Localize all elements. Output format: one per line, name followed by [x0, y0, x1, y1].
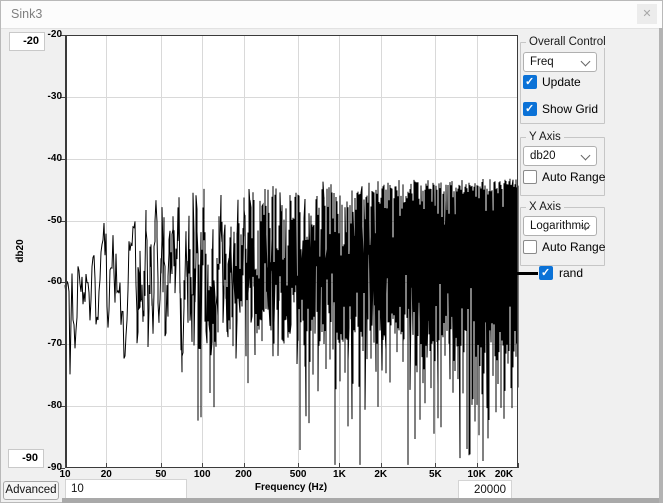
x-auto-range-checkbox[interactable] [523, 240, 537, 254]
legend-line-sample [505, 272, 538, 275]
overall-control-dropdown-value: Freq [530, 53, 554, 71]
y-min-field[interactable]: -90 [8, 449, 44, 468]
legend-rand-label: rand [559, 266, 583, 280]
y-axis-group-label: Y Axis [526, 131, 564, 143]
x-tick-label: 1K [321, 469, 357, 480]
x-tick-label: 500 [280, 469, 316, 480]
y-tick-label: -60 [28, 276, 62, 287]
y-auto-range-checkbox[interactable] [523, 170, 537, 184]
update-checkbox-label: Update [542, 75, 581, 89]
overall-control-group-label: Overall Control [526, 36, 609, 48]
y-tick-label: -80 [28, 400, 62, 411]
sink-window: Sink3 ✕ -20-30-40-50-60-70-80-9010205010… [0, 0, 663, 503]
x-axis-dropdown[interactable]: Logarithmic [523, 216, 597, 236]
chevron-down-icon [581, 151, 591, 161]
x-axis-group-label: X Axis [526, 201, 564, 213]
y-tick-label: -70 [28, 338, 62, 349]
y-tick-label: -40 [28, 153, 62, 164]
show-grid-checkbox[interactable] [523, 102, 537, 116]
chevron-down-icon [581, 57, 591, 67]
y-tick-label: -30 [28, 91, 62, 102]
advanced-button[interactable]: Advanced [3, 481, 59, 500]
update-checkbox[interactable] [523, 75, 537, 89]
x-tick-label: 5K [417, 469, 453, 480]
y-auto-range-checkbox-label: Auto Range [542, 170, 605, 184]
x-min-input[interactable] [65, 479, 187, 499]
legend-rand-checkbox[interactable] [539, 266, 553, 280]
x-tick-label: 2K [363, 469, 399, 480]
x-tick-label: 100 [184, 469, 220, 480]
y-max-field[interactable]: -20 [9, 32, 45, 51]
y-axis-dropdown[interactable]: db20 [523, 146, 597, 166]
y-axis-dropdown-value: db20 [530, 147, 556, 165]
overall-control-dropdown[interactable]: Freq [523, 52, 597, 72]
window-right-edge [659, 28, 663, 503]
show-grid-checkbox-label: Show Grid [542, 102, 598, 116]
x-tick-label: 20K [486, 469, 522, 480]
x-auto-range-checkbox-label: Auto Range [542, 240, 605, 254]
x-max-input[interactable] [458, 480, 512, 499]
window-bottom-edge [62, 498, 663, 503]
x-axis-title: Frequency (Hz) [211, 482, 371, 493]
y-axis-title: db20 [15, 221, 29, 281]
x-tick-label: 200 [226, 469, 262, 480]
y-tick-label: -50 [28, 215, 62, 226]
